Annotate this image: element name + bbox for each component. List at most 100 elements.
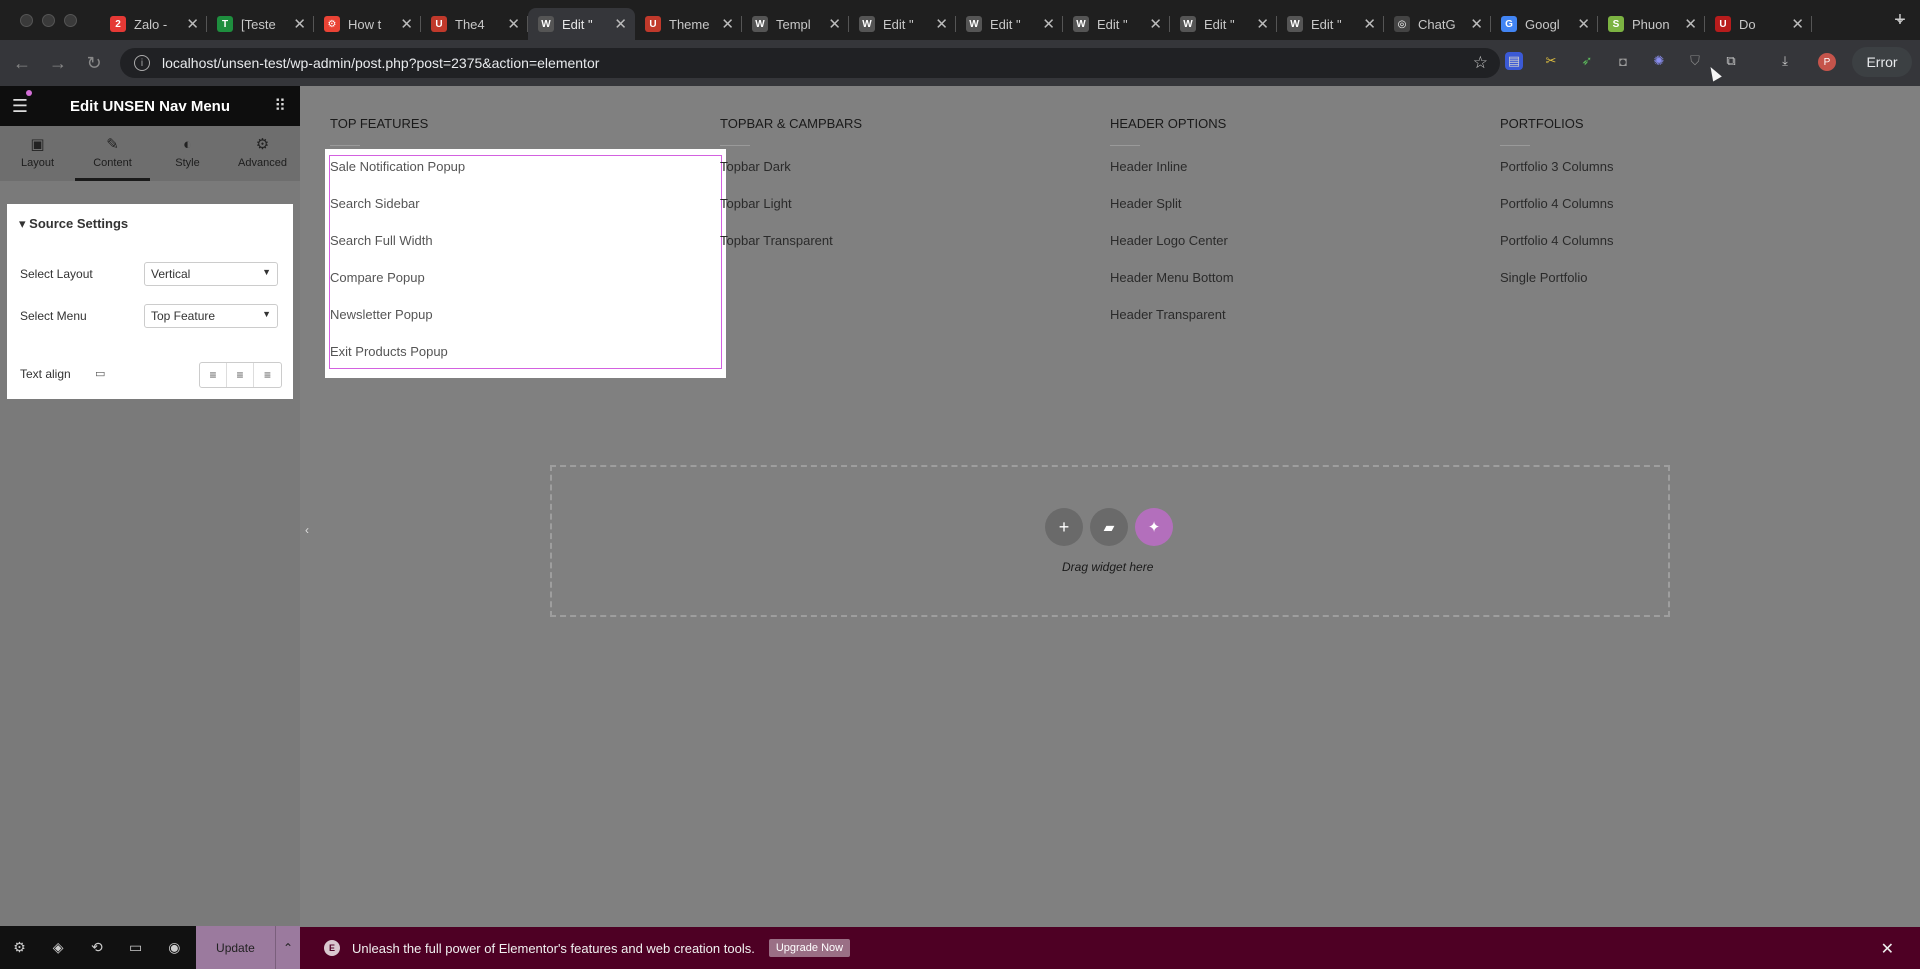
extension-rocket-icon[interactable]: ➶ — [1578, 52, 1596, 70]
browser-tab[interactable]: ⚙ How t ✕ — [314, 8, 421, 40]
bookmark-star-icon[interactable]: ☆ — [1473, 53, 1488, 73]
minimize-window-button[interactable] — [42, 13, 55, 27]
menu-link[interactable]: Search Full Width — [330, 222, 465, 259]
error-button[interactable]: Error — [1852, 47, 1912, 77]
preview-eye-icon[interactable]: ◉ — [155, 939, 194, 956]
browser-tab[interactable]: ◎ ChatG ✕ — [1384, 8, 1491, 40]
browser-tab[interactable]: W Edit " ✕ — [1277, 8, 1384, 40]
responsive-mode-icon[interactable]: ▭ — [116, 939, 155, 956]
ai-sparkle-button[interactable]: ✦ — [1135, 508, 1173, 546]
close-tab-icon[interactable]: ✕ — [721, 15, 734, 33]
close-tab-icon[interactable]: ✕ — [1791, 15, 1804, 33]
extension-gear-icon[interactable]: ✺ — [1650, 52, 1668, 70]
menu-link[interactable]: Header Logo Center — [1110, 222, 1234, 259]
select-layout-dropdown[interactable]: Vertical ▼ — [144, 262, 278, 286]
menu-link[interactable]: Header Transparent — [1110, 296, 1234, 333]
close-tab-icon[interactable]: ✕ — [1256, 15, 1269, 33]
extension-docs-icon[interactable]: ▤ — [1505, 52, 1523, 70]
update-button[interactable]: Update — [195, 926, 276, 969]
browser-tab[interactable]: U Theme ✕ — [635, 8, 742, 40]
panel-tab-style[interactable]: ◐ Style — [150, 126, 225, 181]
browser-tab[interactable]: T [Teste ✕ — [207, 8, 314, 40]
menu-link[interactable]: Compare Popup — [330, 259, 465, 296]
hamburger-menu-icon[interactable]: ☰ — [0, 89, 40, 117]
close-tab-icon[interactable]: ✕ — [1149, 15, 1162, 33]
menu-link[interactable]: Topbar Transparent — [720, 222, 862, 259]
menu-link[interactable]: Header Split — [1110, 185, 1234, 222]
menu-link[interactable]: Portfolio 3 Columns — [1500, 148, 1613, 185]
menu-link[interactable]: Header Menu Bottom — [1110, 259, 1234, 296]
update-options-chevron-icon[interactable]: ⌃ — [275, 926, 300, 969]
upgrade-now-button[interactable]: Upgrade Now — [768, 939, 851, 957]
close-tab-icon[interactable]: ✕ — [1363, 15, 1376, 33]
browser-tab[interactable]: W Templ ✕ — [742, 8, 849, 40]
download-icon[interactable]: ⤓ — [1776, 52, 1794, 70]
maximize-window-button[interactable] — [64, 13, 77, 27]
menu-heading: TOPBAR & CAMPBARS — [720, 116, 863, 131]
menu-link[interactable]: Header Inline — [1110, 148, 1234, 185]
panel-tab-layout[interactable]: ▣ Layout — [0, 126, 75, 181]
menu-link[interactable]: Newsletter Popup — [330, 296, 465, 333]
close-tab-icon[interactable]: ✕ — [186, 15, 199, 33]
select-menu-label: Select Menu — [20, 309, 87, 323]
align-center-icon[interactable]: ≡ — [227, 363, 254, 387]
desktop-device-icon[interactable]: ▭ — [95, 367, 105, 380]
close-tab-icon[interactable]: ✕ — [400, 15, 413, 33]
browser-tab[interactable]: W Edit " ✕ — [528, 8, 635, 40]
browser-tab[interactable]: 2 Zalo - ✕ — [100, 8, 207, 40]
browser-tab[interactable]: U The4 ✕ — [421, 8, 528, 40]
close-tab-icon[interactable]: ✕ — [1042, 15, 1055, 33]
browser-tab[interactable]: W Edit " ✕ — [1063, 8, 1170, 40]
tab-title: Edit " — [883, 16, 914, 32]
site-info-icon[interactable]: i — [134, 55, 150, 71]
panel-tab-advanced[interactable]: ⚙ Advanced — [225, 126, 300, 181]
menu-link[interactable]: Search Sidebar — [330, 185, 465, 222]
close-tab-icon[interactable]: ✕ — [1684, 15, 1697, 33]
close-tab-icon[interactable]: ✕ — [1470, 15, 1483, 33]
align-left-icon[interactable]: ≡ — [200, 363, 227, 387]
menu-link[interactable]: Exit Products Popup — [330, 333, 465, 370]
extensions-puzzle-icon[interactable]: ⧉ — [1722, 52, 1740, 70]
menu-link[interactable]: Portfolio 4 Columns — [1500, 185, 1613, 222]
address-bar[interactable]: i localhost/unsen-test/wp-admin/post.php… — [120, 48, 1500, 78]
select-menu-dropdown[interactable]: Top Feature ▼ — [144, 304, 278, 328]
back-button[interactable]: ← — [4, 53, 40, 74]
close-tab-icon[interactable]: ✕ — [293, 15, 306, 33]
close-window-button[interactable] — [20, 13, 33, 27]
zalo-icon: 2 — [110, 16, 126, 32]
add-template-folder-icon[interactable]: ▰ — [1090, 508, 1128, 546]
close-promo-icon[interactable]: ✕ — [1881, 939, 1894, 959]
browser-tab[interactable]: W Edit " ✕ — [1170, 8, 1277, 40]
section-toggle[interactable]: ▾ Source Settings — [19, 216, 128, 232]
browser-tab[interactable]: W Edit " ✕ — [956, 8, 1063, 40]
widgets-grid-icon[interactable]: ⠿ — [260, 96, 300, 116]
menu-link[interactable]: Topbar Light — [720, 185, 862, 222]
tab-search-icon[interactable]: ⌄ — [1894, 10, 1906, 27]
menu-link[interactable]: Sale Notification Popup — [330, 148, 465, 185]
close-tab-icon[interactable]: ✕ — [614, 15, 627, 33]
collapse-panel-icon[interactable]: ‹ — [300, 516, 314, 544]
browser-tab[interactable]: G Googl ✕ — [1491, 8, 1598, 40]
browser-tab[interactable]: W Edit " ✕ — [849, 8, 956, 40]
close-tab-icon[interactable]: ✕ — [1577, 15, 1590, 33]
close-tab-icon[interactable]: ✕ — [507, 15, 520, 33]
align-right-icon[interactable]: ≡ — [254, 363, 281, 387]
close-tab-icon[interactable]: ✕ — [935, 15, 948, 33]
browser-tab[interactable]: S Phuon ✕ — [1598, 8, 1705, 40]
menu-link[interactable]: Portfolio 4 Columns — [1500, 222, 1613, 259]
navigator-layers-icon[interactable]: ◈ — [39, 939, 78, 956]
menu-link[interactable]: Single Portfolio — [1500, 259, 1613, 296]
extension-tools-icon[interactable]: ✂ — [1542, 52, 1560, 70]
panel-tab-content[interactable]: ✎ Content — [75, 126, 150, 181]
settings-icon[interactable]: ⚙ — [0, 939, 39, 956]
forward-button[interactable]: → — [40, 53, 76, 74]
history-icon[interactable]: ⟲ — [77, 939, 116, 956]
profile-avatar[interactable]: P — [1818, 53, 1836, 71]
menu-link[interactable]: Topbar Dark — [720, 148, 862, 185]
browser-tab[interactable]: U Do ✕ — [1705, 8, 1812, 40]
close-tab-icon[interactable]: ✕ — [828, 15, 841, 33]
reload-button[interactable]: ↻ — [76, 53, 112, 74]
extension-shield-icon[interactable]: ⛉ — [1686, 52, 1704, 70]
add-section-button[interactable]: + — [1045, 508, 1083, 546]
extension-camera-icon[interactable]: ◘ — [1614, 52, 1632, 70]
